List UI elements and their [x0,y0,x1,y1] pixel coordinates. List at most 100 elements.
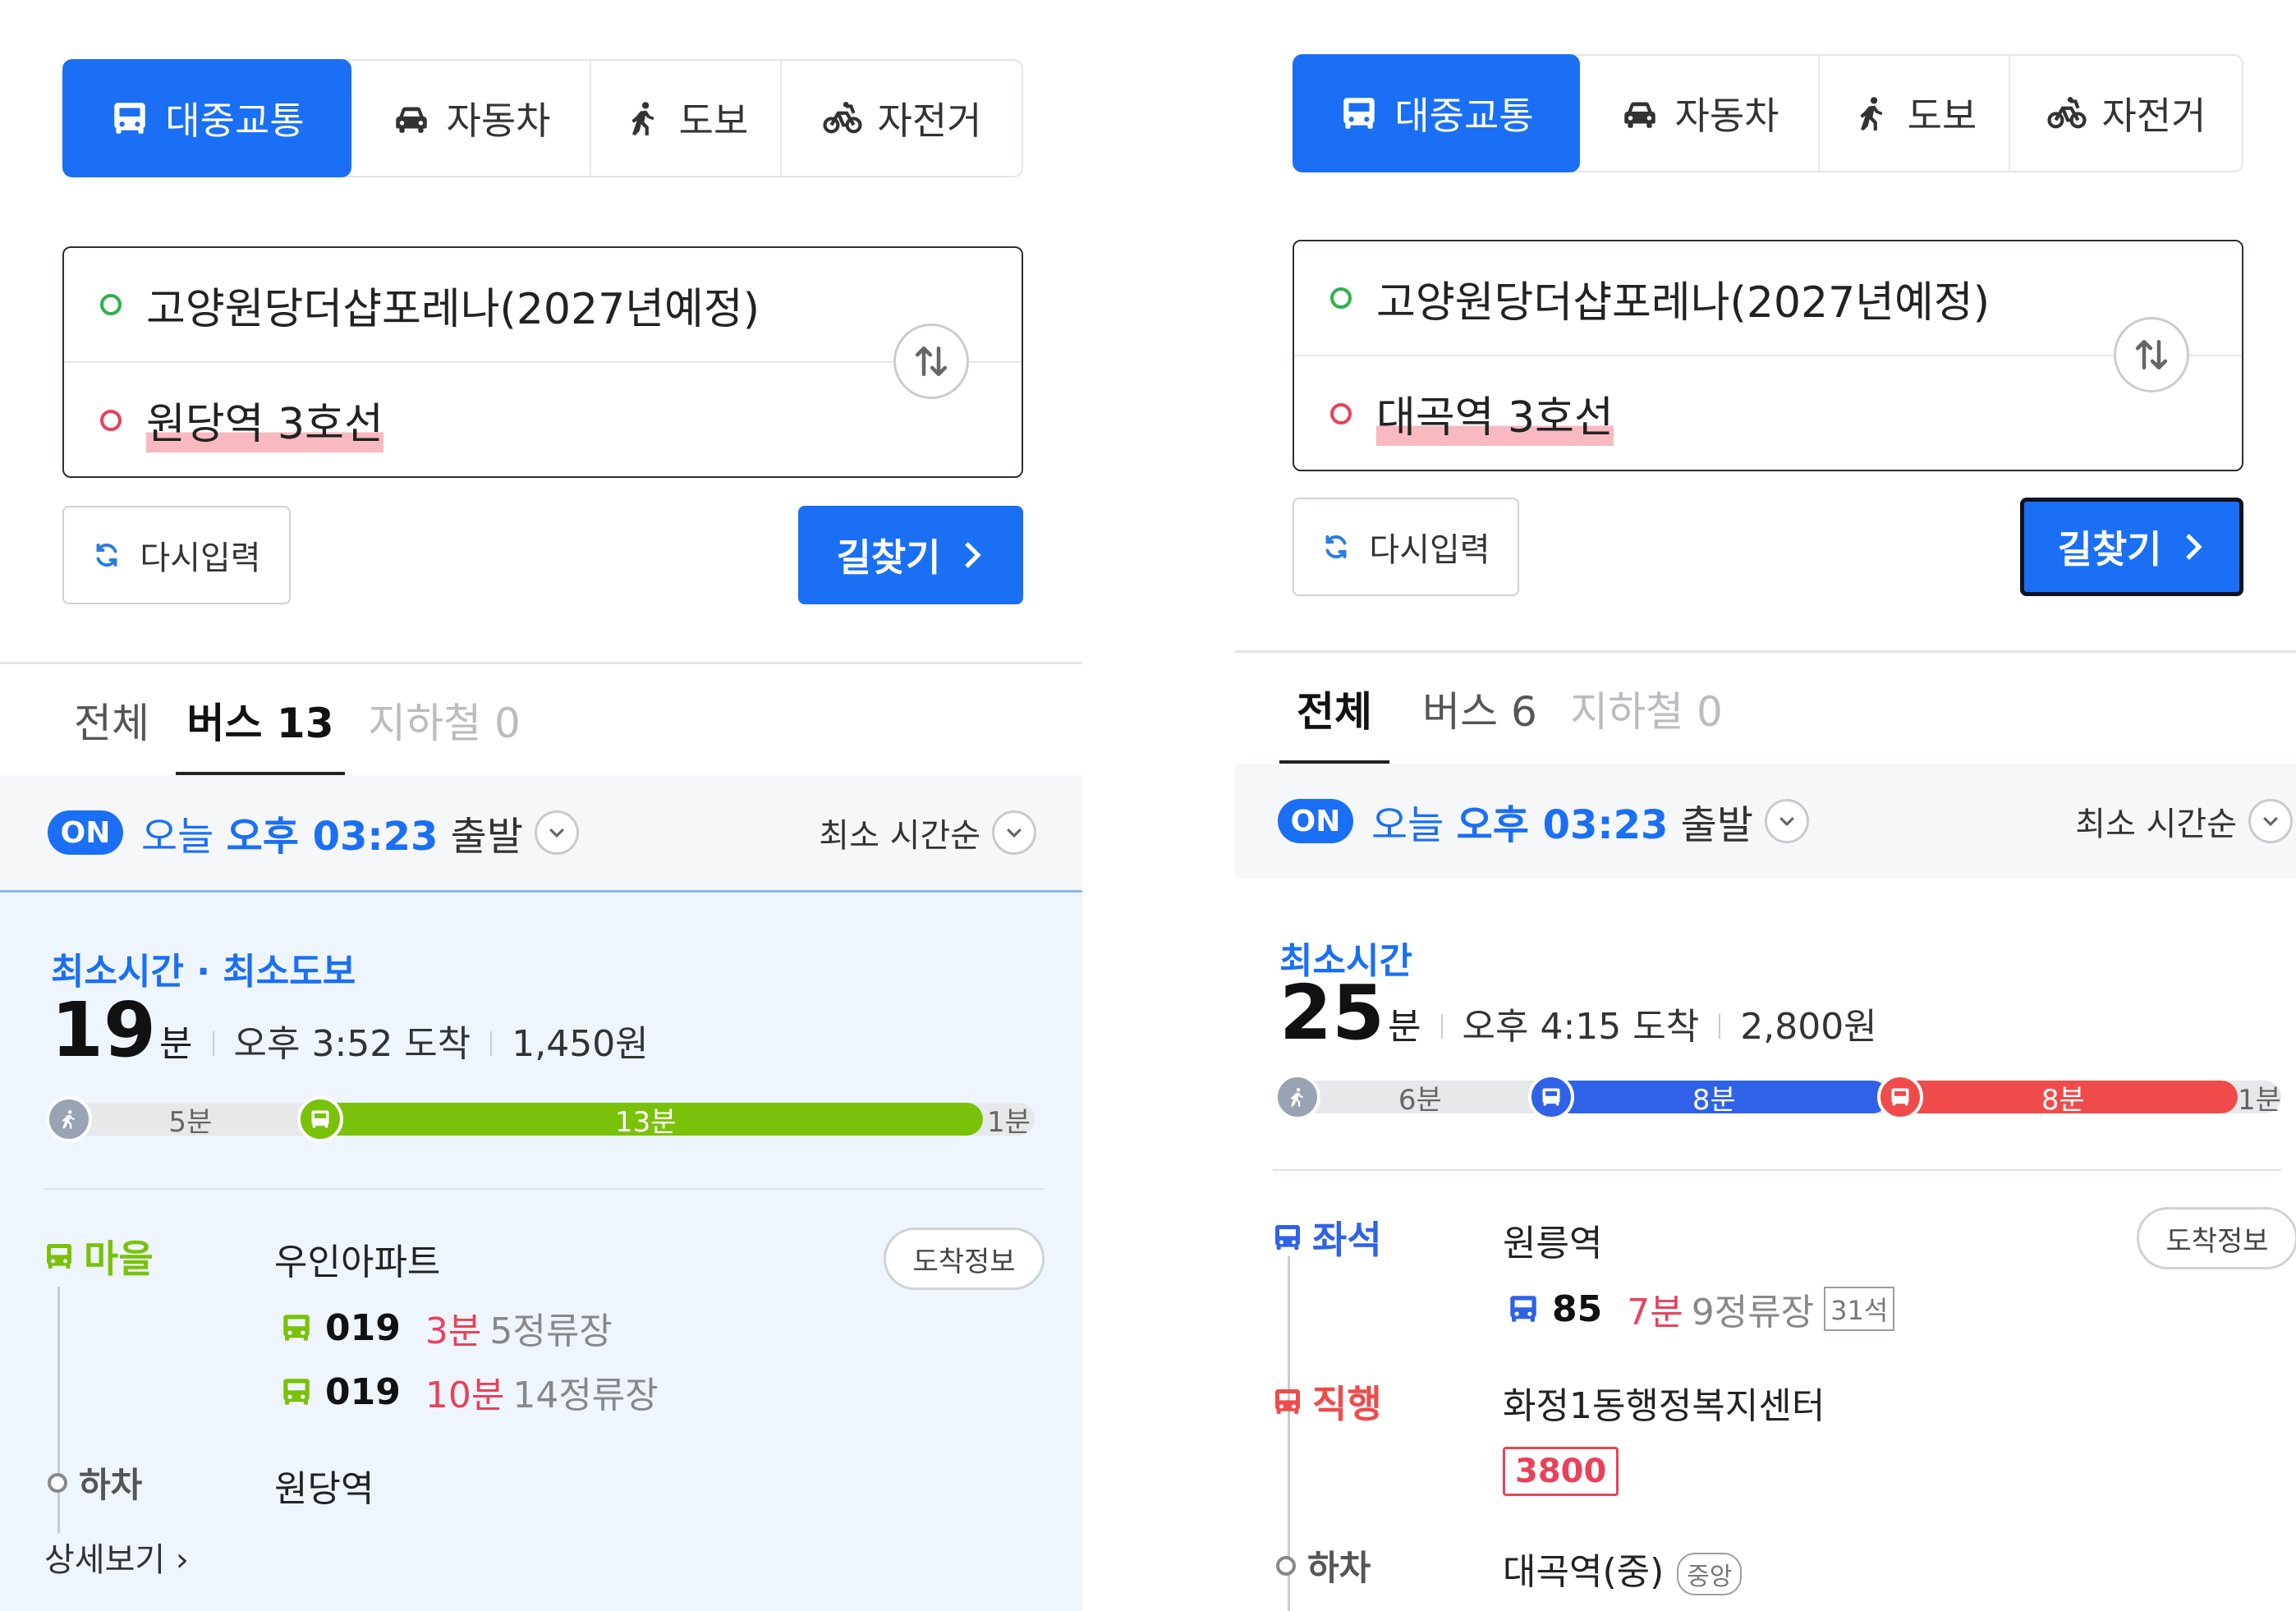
bus-icon [1275,1225,1300,1250]
sort-label: 최소 시간순 [819,817,980,855]
mode-tab-walk[interactable]: 도보 [591,61,782,176]
swap-button[interactable] [2114,317,2189,392]
mode-tab-walk[interactable]: 도보 [1820,56,2010,171]
depart-time: 오후 03:23 [226,814,439,860]
walk-segment-label: 1분 [986,1105,1031,1139]
depart-time: 오후 03:23 [1456,802,1669,848]
total-minutes: 25 [1279,969,1385,1057]
departure-time-selector[interactable]: 오늘 오후 03:23 출발 [1371,792,1753,850]
route-progress-bar: 5분 13분 1분 [46,1096,1035,1142]
search-route-button[interactable]: 길찾기 [2020,498,2243,596]
bike-icon [2046,97,2087,129]
walk-icon [1860,97,1883,131]
bus-line-item[interactable]: 85 7분 9정류장 31석 [1506,1283,1895,1335]
search-label: 길찾기 [2057,527,2162,571]
car-icon [395,107,427,133]
transport-mode-tabs: 대중교통 자동차 도보 자전거 [62,59,1023,177]
bus-icon [1876,1074,1923,1120]
detail-view-link[interactable]: 상세보기 › [44,1533,189,1581]
bus-eta: 7분 [1627,1292,1683,1333]
chevron-down-icon [1779,816,1794,827]
mode-tab-label: 자전거 [2101,94,2206,138]
detail-label: 상세보기 [44,1541,166,1579]
destination-field[interactable]: 원당역 3호선 [64,363,1022,478]
total-minutes: 19 [51,986,157,1074]
route-panel-right: 대중교통 자동차 도보 자전거 고양원당더샵포레나(2027년예정) 대곡역 3… [1235,0,2296,1611]
swap-arrows-icon [2135,340,2168,369]
alight-station: 원당역 [274,1468,374,1510]
bus-icon [296,1096,343,1142]
departure-time-selector[interactable]: 오늘 오후 03:23 출발 [141,804,523,861]
depart-prefix: 오늘 [141,814,227,860]
swap-button[interactable] [893,324,969,399]
origin-field[interactable]: 고양원당더샵포레나(2027년예정) [64,248,1022,363]
refresh-icon [96,543,117,567]
tab-label: 버스 13 [186,700,334,747]
on-toggle[interactable]: ON [1278,799,1353,843]
arrival-info-button[interactable]: 도착정보 [884,1228,1045,1290]
boarding-station: 원릉역 [1503,1223,1603,1264]
mode-tab-bike[interactable]: 자전거 [782,61,1022,176]
search-route-button[interactable]: 길찾기 [798,506,1023,604]
bus-line-item[interactable]: 019 3분 5정류장 [279,1301,613,1354]
bus-eta: 10분 [425,1375,505,1416]
transfer-station: 화정1동행정복지센터 [1503,1385,1825,1427]
fare: 1,450원 [512,1023,649,1065]
bus-number: 85 [1552,1287,1603,1330]
sort-selector[interactable]: 최소 시간순 [2075,764,2293,879]
arrival-info-button[interactable]: 도착정보 [2137,1207,2296,1269]
reset-button[interactable]: 다시입력 [62,506,291,604]
bus-icon [47,1244,71,1269]
depart-suffix: 출발 [1668,802,1753,848]
walk-segment-label: 1분 [2237,1083,2281,1117]
route-result-card[interactable]: 최소시간 25 분 오후 4:15 도착 2,800원 6분 8분 8분 1분 좌석 … [1235,879,2296,1611]
walk-icon [631,102,654,135]
tab-all[interactable]: 전체 [71,667,153,773]
departure-time-row: ON 오늘 오후 03:23 출발 최소 시간순 [0,775,1082,890]
step-type-express-bus: 직행 [1271,1375,1382,1429]
mode-tab-bike[interactable]: 자전거 [2010,56,2242,171]
sort-selector[interactable]: 최소 시간순 [819,775,1036,890]
sort-dropdown-button[interactable] [992,810,1036,855]
separator [212,1031,214,1056]
tab-subway[interactable]: 지하철 0 [366,667,522,773]
destination-field[interactable]: 대곡역 3호선 [1294,356,2242,471]
destination-marker-icon [1330,403,1352,425]
alight-station-row: 대곡역(중) 중앙 [1503,1542,1743,1595]
express-bus-segment: 8분 [1888,1081,2238,1117]
reset-button[interactable]: 다시입력 [1293,498,1519,596]
bus-icon [283,1315,310,1341]
tab-bus[interactable]: 버스 13 [176,667,345,775]
walk-segment-label: 5분 [168,1105,213,1139]
origin-text: 고양원당더샵포레나(2027년예정) [1376,278,1990,328]
departure-dropdown-button[interactable] [534,810,579,855]
bus-line-item[interactable]: 019 10분 14정류장 [279,1365,659,1418]
fare: 2,800원 [1740,1006,1877,1048]
seat-bus-segment: 8분 [1539,1081,1889,1117]
mode-tab-transit[interactable]: 대중교통 [62,59,351,177]
section-divider [0,662,1082,664]
mode-tab-car[interactable]: 자동차 [1580,56,1820,171]
tab-bus[interactable]: 버스 6 [1422,655,1537,762]
mode-tab-car[interactable]: 자동차 [351,61,591,176]
section-divider [1235,650,2296,653]
origin-field[interactable]: 고양원당더샵포레나(2027년예정) [1294,241,2242,356]
sort-dropdown-button[interactable] [2248,799,2293,843]
refresh-icon [1325,535,1347,559]
mode-tab-transit[interactable]: 대중교통 [1293,54,1580,172]
tab-subway[interactable]: 지하철 0 [1568,655,1724,762]
result-type-tabs: 전체 버스 13 지하철 0 [0,667,1082,775]
departure-dropdown-button[interactable] [1764,799,1809,843]
minutes-unit: 분 [1388,1006,1421,1048]
bus-icon [1510,1296,1536,1322]
separator [1440,1014,1443,1039]
bus-icon [1275,1389,1300,1414]
tab-label: 지하철 0 [368,700,521,747]
on-toggle[interactable]: ON [48,810,123,855]
tab-all[interactable]: 전체 [1279,655,1389,764]
bus-route-badge[interactable]: 3800 [1503,1447,1619,1496]
route-result-card[interactable]: 최소시간 · 최소도보 19 분 오후 3:52 도착 1,450원 5분 13분… [0,890,1082,1611]
alight-step: 하차 [48,1457,142,1508]
mode-tab-label: 자동차 [1674,94,1779,138]
bus-stops-away: 9정류장 [1691,1292,1815,1333]
